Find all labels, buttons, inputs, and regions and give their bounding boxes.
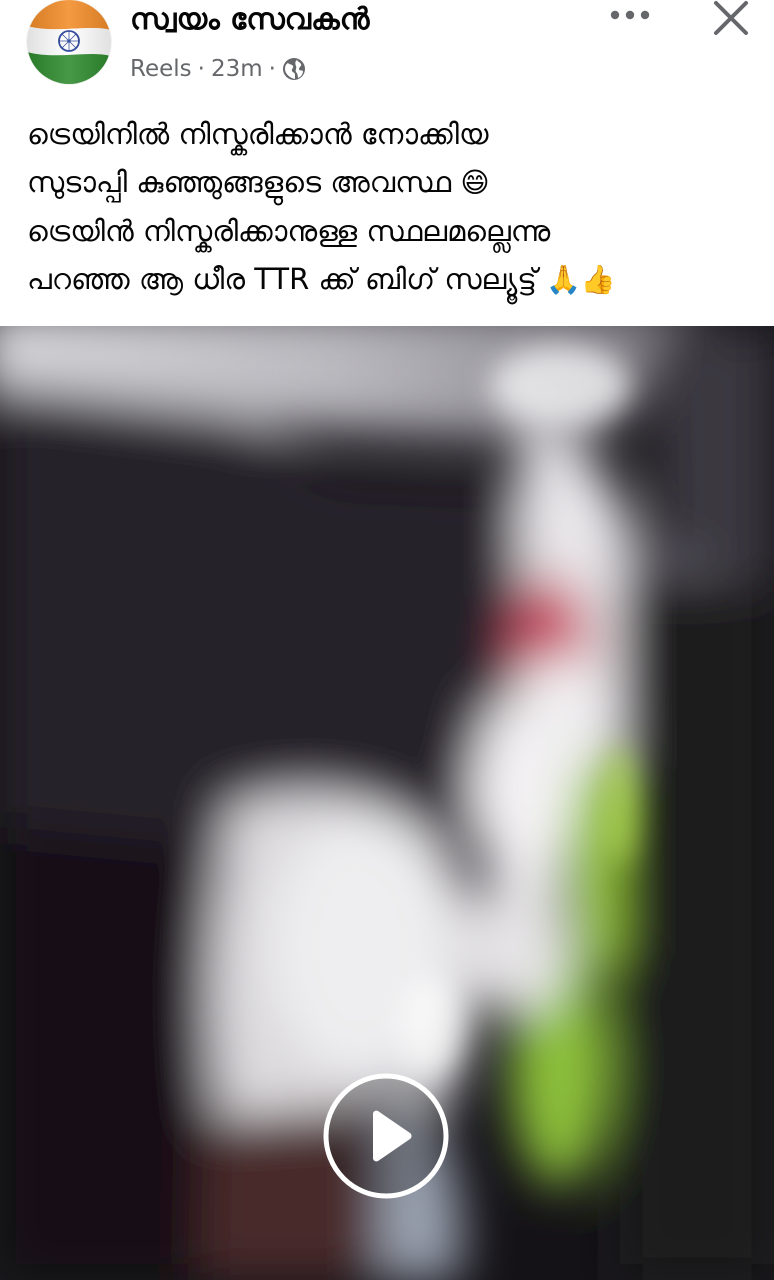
caption-text: സുടാപ്പി കുഞ്ഞുങ്ങളുടെ അവസ്ഥ	[27, 165, 452, 199]
caption-line: പറഞ്ഞ ആ ധീര TTR ക്ക് ബിഗ് സല്യൂട്ട് 🙏👍	[27, 255, 747, 304]
caption-line: ട്രെയിനിൽ നിസ്കരിക്കാൻ നോക്കിയ	[27, 117, 489, 151]
pray-thumbs-emoji: 🙏👍	[546, 263, 616, 296]
avatar[interactable]	[27, 0, 111, 84]
globe-icon	[282, 57, 306, 81]
post-time[interactable]: 23m	[211, 56, 263, 82]
close-button[interactable]	[708, 0, 754, 36]
india-flag-icon	[27, 0, 111, 84]
play-button[interactable]	[322, 1072, 450, 1200]
post-header: സ്വയം സേവകൻ Reels · 23m ·	[0, 0, 774, 100]
post-type[interactable]: Reels	[130, 56, 192, 82]
caption-line: ട്രെയിൻ നിസ്കരിക്കാനുള്ള സ്ഥലമല്ലെന്നു	[27, 214, 551, 248]
caption-text: പറഞ്ഞ ആ ധീര TTR ക്ക് ബിഗ് സല്യൂട്ട്	[27, 262, 537, 296]
more-options-button[interactable]	[606, 0, 654, 30]
caption-line: സുടാപ്പി കുഞ്ഞുങ്ങളുടെ അവസ്ഥ 😄	[27, 158, 747, 207]
post-caption: ട്രെയിനിൽ നിസ്കരിക്കാൻ നോക്കിയ സുടാപ്പി …	[27, 110, 747, 304]
more-horizontal-icon	[610, 10, 650, 20]
reel-post: സ്വയം സേവകൻ Reels · 23m · ട്രെയിനിൽ നിസ്…	[0, 0, 774, 1280]
meta-separator: ·	[268, 56, 276, 82]
post-meta: Reels · 23m ·	[130, 56, 306, 82]
close-icon	[714, 1, 748, 35]
meta-separator: ·	[197, 56, 205, 82]
page-name[interactable]: സ്വയം സേവകൻ	[130, 2, 369, 37]
video-player[interactable]	[0, 326, 774, 1280]
grin-emoji: 😄	[460, 166, 490, 199]
